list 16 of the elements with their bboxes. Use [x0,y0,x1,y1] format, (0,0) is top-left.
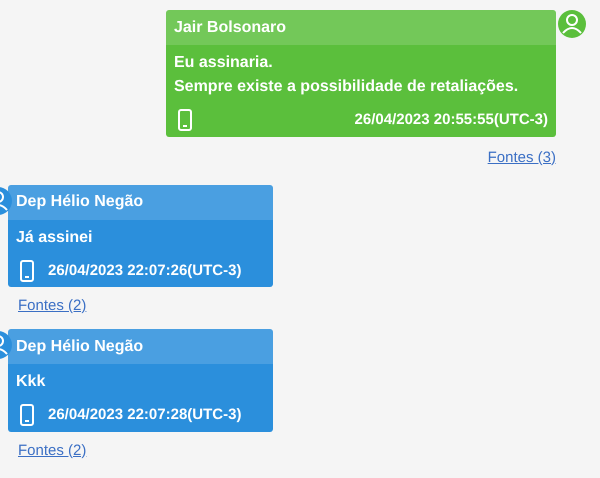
sender-name: Dep Hélio Negão [16,336,144,356]
timestamp: 26/04/2023 22:07:28(UTC-3) [48,405,242,425]
sender-name: Dep Hélio Negão [16,192,144,212]
phone-icon [20,404,34,426]
phone-icon [178,109,192,132]
message-text: Eu assinaria. Sempre existe a possibilidade de retaliações. [174,53,520,97]
message-text: Já assinei [16,228,94,248]
sender-name: Jair Bolsonaro [174,18,286,38]
timestamp: 26/04/2023 22:07:26(UTC-3) [48,260,242,280]
phone-icon [20,260,34,282]
message-text: Kkk [16,372,46,392]
sources-link[interactable]: Fontes (2) [18,297,86,315]
sources-link[interactable]: Fontes (2) [18,442,86,460]
sources-link[interactable]: Fontes (3) [488,148,556,166]
avatar-icon [558,10,586,38]
timestamp: 26/04/2023 20:55:55(UTC-3) [354,110,548,130]
